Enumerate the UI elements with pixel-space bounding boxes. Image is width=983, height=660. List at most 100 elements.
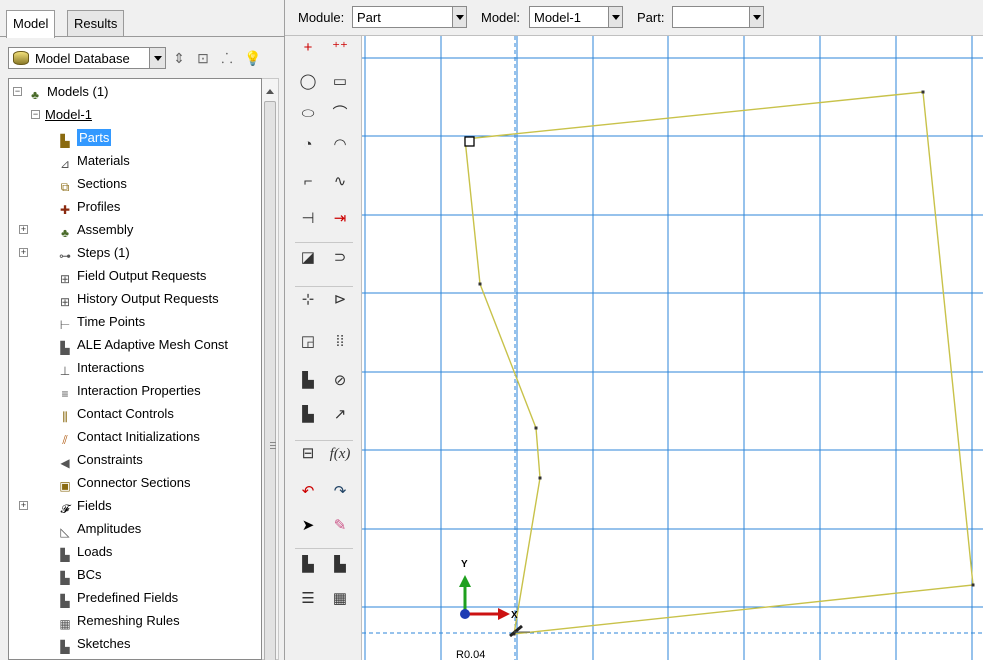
tree-node-history-output-requests[interactable]: ⊞ History Output Requests [57,288,219,310]
tab-model[interactable]: Model [6,10,56,38]
tree-node-field-output-requests[interactable]: ⊞ Field Output Requests [57,265,206,287]
chevron-down-icon[interactable] [749,7,763,27]
edit-dimension-icon[interactable]: ◪ [293,244,323,272]
ellipse-icon[interactable]: ⬭ [293,100,323,128]
expand-icon[interactable]: + [19,501,28,510]
function-fx-icon[interactable]: f(x) [325,440,355,468]
offset-curve-icon[interactable]: ⊃ [325,244,355,272]
module-label: Module: [298,10,345,25]
tree-node-parts[interactable]: ▙ Parts [57,127,112,149]
expand-icon[interactable]: + [19,248,28,257]
rectangle-icon[interactable]: ▭ [325,68,355,96]
scroll-up-icon[interactable] [266,85,274,94]
tree-node-fields[interactable]: + 𝓕 Fields [19,495,112,517]
tree-node-contact-initializations[interactable]: ⫽ Contact Initializations [57,426,200,448]
open-sketch-icon[interactable]: ▙ [293,551,323,579]
model-database-select[interactable]: Model Database [8,47,166,69]
sketch-vertex[interactable] [538,476,542,480]
collapse-icon[interactable]: − [31,110,40,119]
sketch-canvas[interactable]: Y X R0.04 [362,36,983,660]
tree-node-amplitudes[interactable]: ◺ Amplitudes [57,518,141,540]
lightbulb-icon[interactable]: 💡 [244,49,262,67]
tree-node-bcs[interactable]: ▙ BCs [57,564,101,586]
tree-node-time-points[interactable]: ⊢ Time Points [57,311,145,333]
part-select[interactable] [672,6,764,28]
database-icon [13,51,29,65]
tree-node-steps-1[interactable]: + ⊶ Steps (1) [19,242,130,264]
module-select[interactable]: Part [352,6,467,28]
tree-node-constraints[interactable]: ◀ Constraints [57,449,142,471]
model-tree: − ♣ Models (1) − Model-1 ▙ Parts ⊿ Materials… [8,78,262,660]
split-icon[interactable]: ⊹ [293,286,323,314]
tree-node-connector-sections[interactable]: ▣ Connector Sections [57,472,190,494]
dimension-icon[interactable]: ⇥ [325,205,355,233]
arc-center-icon[interactable]: ◔ [293,131,323,159]
sketch-vertex[interactable] [534,426,538,430]
tree-node-sections[interactable]: ⧉ Sections [57,173,127,195]
model-select[interactable]: Model-1 [529,6,623,28]
tree-node-loads[interactable]: ▙ Loads [57,541,112,563]
linear-pattern-icon[interactable]: ◲ [293,328,323,356]
scroll-thumb[interactable] [264,101,276,660]
sketch-options-icon[interactable]: ☰ [293,585,323,613]
tree-node-label: Connector Sections [77,475,191,490]
trim-extend-icon[interactable]: ⊳ [325,286,355,314]
amplitudes-icon: ◺ [60,525,70,539]
radial-pattern-icon[interactable]: ⁞⁞ [325,328,355,356]
parameter-manager-icon[interactable]: ⊟ [293,440,323,468]
scale-icon[interactable]: ↗ [325,401,355,429]
grid-options-icon[interactable]: ▦ [325,585,355,613]
tree-node-materials[interactable]: ⊿ Materials [57,150,130,172]
sketch-profile[interactable] [464,91,974,635]
chevron-down-icon[interactable] [149,48,165,68]
add-point-icon[interactable]: + [293,34,323,62]
arc-tangent-icon[interactable]: ⌒ [325,100,355,128]
translate-icon[interactable]: ▙ [293,401,323,429]
loads-icon: ▙ [60,548,70,562]
save-sketch-icon[interactable]: ▙ [325,551,355,579]
tree-node-interaction-properties[interactable]: ≡ Interaction Properties [57,380,201,402]
tree-node-label: Sections [77,176,127,191]
filter-tree-icon[interactable]: ⸫ [218,49,236,67]
redo-icon[interactable]: ↷ [325,478,355,506]
construction-line-icon[interactable]: ⊣ [293,205,323,233]
tree-node-label: Parts [77,129,112,146]
tree-node-contact-controls[interactable]: ⫼ Contact Controls [57,403,174,425]
chevron-down-icon[interactable] [608,7,622,27]
undo-icon[interactable]: ↶ [293,478,323,506]
sketch-vertex[interactable] [971,583,975,587]
coordinate-readout: R0.04 [456,649,485,660]
tree-node-sketches[interactable]: ▙ Sketches [57,633,130,655]
collapse-icon[interactable]: − [13,87,22,96]
eraser-icon[interactable]: ✎ [325,512,355,540]
sort-icon[interactable]: ⇕ [170,49,188,67]
sketch-viewport[interactable]: Y X R0.04 [362,36,983,660]
tree-node-profiles[interactable]: ✚ Profiles [57,196,120,218]
field-output-icon: ⊞ [59,272,71,286]
fillet-icon[interactable]: ⌐ [293,168,323,196]
tree-node-label: Interaction Properties [77,383,201,398]
sketch-vertex[interactable] [478,282,482,286]
circle-icon[interactable]: ◯ [293,68,323,96]
origin-point-marker[interactable] [464,136,475,147]
auto-constrain-icon[interactable]: ⊘ [325,367,355,395]
chevron-down-icon[interactable] [452,7,466,27]
tree-node-assembly[interactable]: + ♣ Assembly [19,219,133,241]
arc-three-point-icon[interactable]: ◠ [325,131,355,159]
select-arrow-icon[interactable]: ➤ [293,512,323,540]
spline-icon[interactable]: ∿ [325,168,355,196]
time-points-icon: ⊢ [59,318,71,332]
tree-scrollbar[interactable] [262,78,279,660]
sketch-vertex[interactable] [921,90,925,94]
tree-node-interactions[interactable]: ⊥ Interactions [57,357,144,379]
isolated-point-icon[interactable]: ⁺⁺ [325,34,355,62]
tree-node-label: ALE Adaptive Mesh Const [77,337,229,352]
copy-icon[interactable]: ▙ [293,367,323,395]
tree-node-predefined-fields[interactable]: ▙ Predefined Fields [57,587,178,609]
tab-results[interactable]: Results [67,10,125,36]
interaction-properties-icon: ≡ [61,387,69,401]
collapse-tree-icon[interactable]: ⊡ [194,49,212,67]
tree-node-ale-adaptive-mesh-const[interactable]: ▙ ALE Adaptive Mesh Const [57,334,228,356]
expand-icon[interactable]: + [19,225,28,234]
tree-node-remeshing-rules[interactable]: ▦ Remeshing Rules [57,610,179,632]
